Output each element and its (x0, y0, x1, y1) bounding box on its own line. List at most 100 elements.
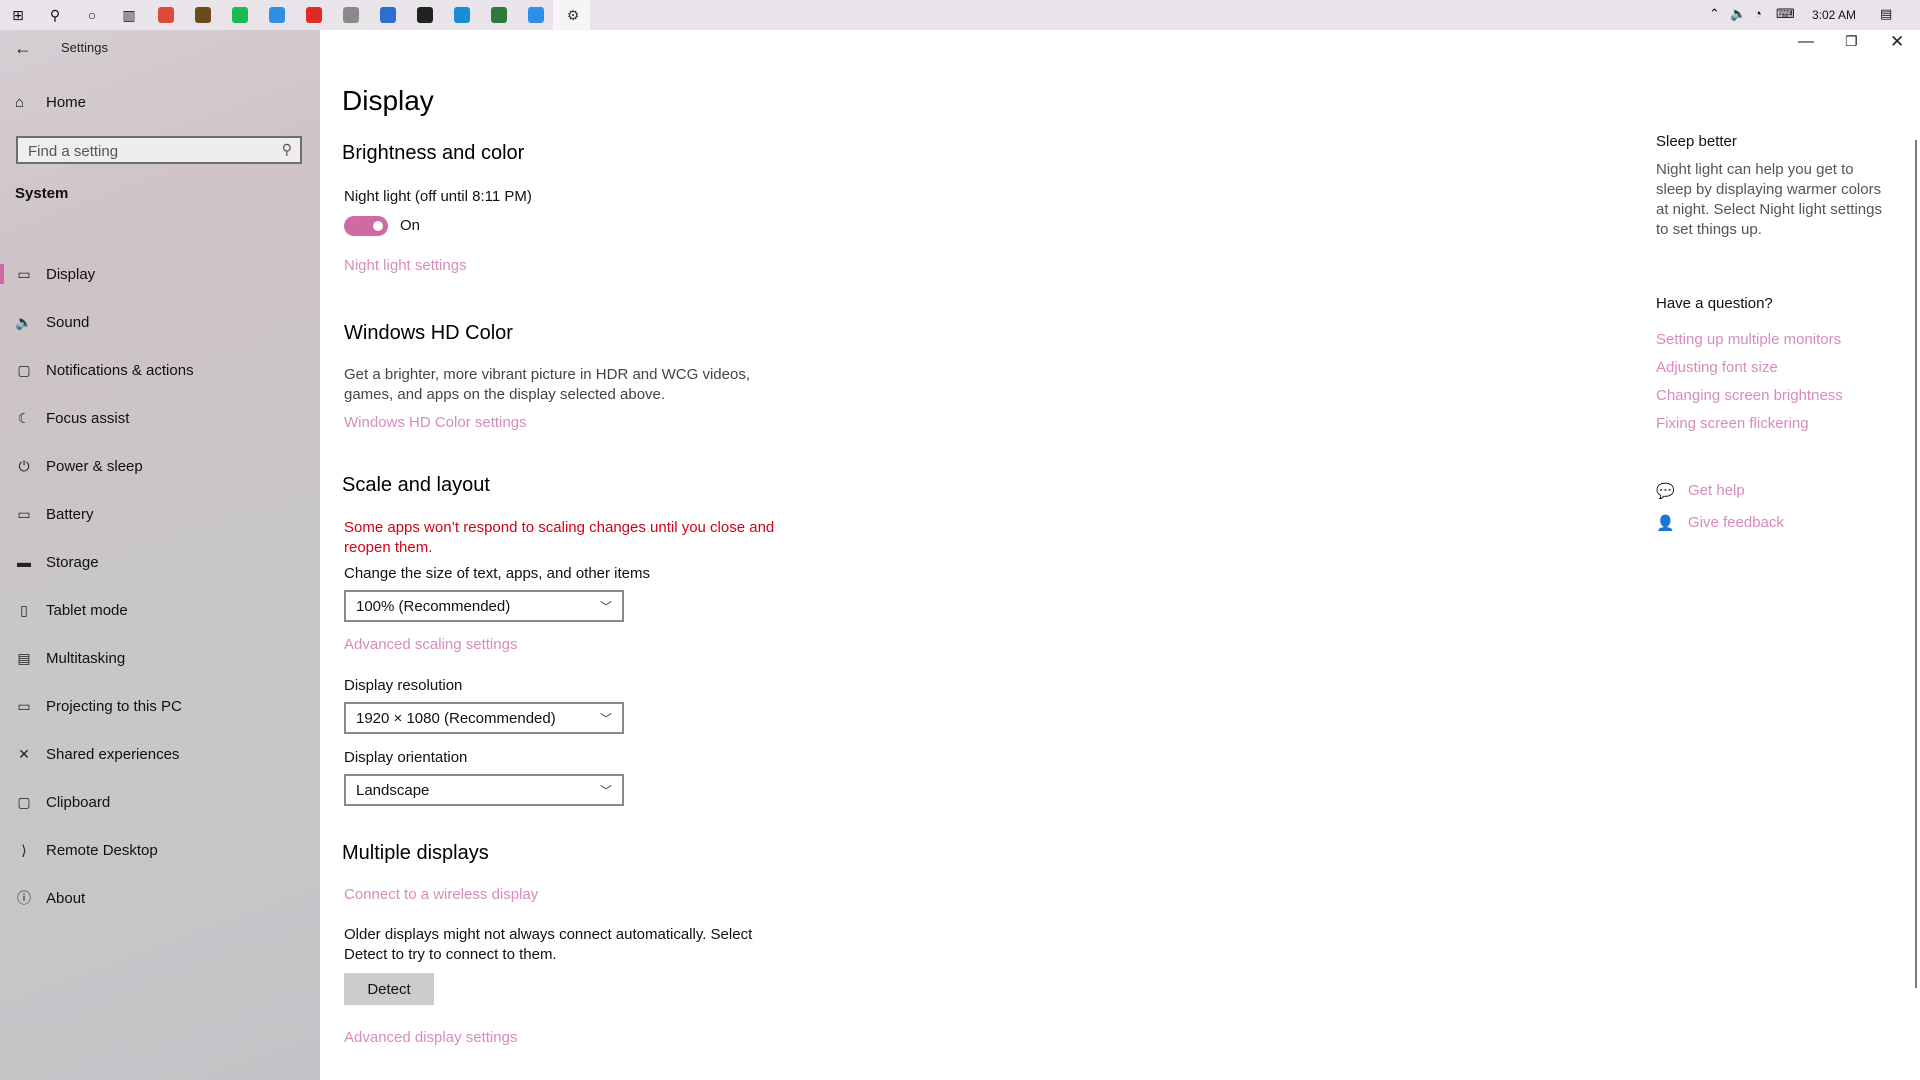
remote-desktop-icon: ⟩ (21, 841, 27, 858)
hd-color-settings-link[interactable]: Windows HD Color settings (344, 414, 527, 431)
sidebar-item-tablet-mode[interactable]: ▯ Tablet mode (0, 590, 320, 630)
detect-button[interactable]: Detect (344, 973, 434, 1005)
sidebar-item-multitasking[interactable]: ▤ Multitasking (0, 638, 320, 678)
feedback-icon: 👤 (1656, 515, 1675, 532)
settings-icon[interactable]: ⚙ (563, 5, 583, 25)
connect-wireless-link[interactable]: Connect to a wireless display (344, 886, 538, 903)
back-arrow-icon[interactable]: ← (14, 38, 32, 59)
sidebar-item-projecting-to-this-pc[interactable]: ▭ Projecting to this PC (0, 686, 320, 726)
chevron-up-icon[interactable]: ⌃ (1709, 6, 1720, 22)
sidebar-item-power-sleep[interactable]: ⏻ Power & sleep (0, 446, 320, 486)
sidebar-item-label: Tablet mode (46, 601, 128, 619)
sidebar-item-label: About (46, 889, 86, 907)
search-input[interactable] (18, 138, 280, 164)
action-center-icon[interactable]: ▤ (1880, 6, 1892, 22)
scale-value: 100% (Recommended) (356, 597, 511, 615)
sidebar: ← Settings ⌂ Home ⚲ System ▭ Display 🔈 Soun… (0, 30, 320, 1080)
volume-icon[interactable]: 🔈 (1730, 6, 1746, 22)
obs-icon[interactable] (417, 7, 433, 23)
windows-start-icon[interactable]: ⊞ (8, 5, 28, 25)
battery-icon: ▭ (17, 505, 31, 522)
restore-icon[interactable]: ❐ (1845, 33, 1858, 50)
home-item[interactable]: ⌂ Home (15, 94, 86, 111)
brightness-heading: Brightness and color (342, 142, 525, 164)
search-icon[interactable]: ⚲ (282, 141, 292, 158)
get-help-icon: 💬 (1656, 483, 1675, 500)
night-light-toggle[interactable] (344, 216, 388, 236)
sidebar-item-remote-desktop[interactable]: ⟩ Remote Desktop (0, 830, 320, 870)
sidebar-item-storage[interactable]: ▬ Storage (0, 542, 320, 582)
app-icon[interactable] (306, 7, 322, 23)
sidebar-item-about[interactable]: ⓘ About (0, 878, 320, 918)
sidebar-item-label: Clipboard (46, 793, 111, 811)
help-link[interactable]: Changing screen brightness (1656, 387, 1843, 404)
sidebar-item-label: Display (46, 265, 96, 283)
minimize-icon[interactable]: — (1798, 33, 1814, 51)
home-icon: ⌂ (15, 94, 25, 111)
give-feedback-link[interactable]: Give feedback (1688, 514, 1784, 531)
shared-icon: ✕ (18, 745, 30, 762)
cortana-icon[interactable]: ○ (82, 5, 102, 25)
advanced-scaling-link[interactable]: Advanced scaling settings (344, 636, 517, 653)
app-icon[interactable] (380, 7, 396, 23)
sidebar-item-label: Notifications & actions (46, 361, 194, 379)
sidebar-item-label: Power & sleep (46, 457, 143, 475)
close-icon[interactable]: ✕ (1890, 32, 1904, 52)
sidebar-item-clipboard[interactable]: ▢ Clipboard (0, 782, 320, 822)
sidebar-item-label: Focus assist (46, 409, 130, 427)
hdr-heading: Windows HD Color (344, 322, 513, 344)
orientation-dropdown[interactable]: Landscape ﹀ (344, 774, 624, 806)
minecraft-icon[interactable] (195, 7, 211, 23)
sidebar-item-label: Shared experiences (46, 745, 180, 763)
app-icon[interactable] (343, 7, 359, 23)
sidebar-item-notifications-actions[interactable]: ▢ Notifications & actions (0, 350, 320, 390)
category-label: System (15, 185, 69, 202)
resolution-value: 1920 × 1080 (Recommended) (356, 709, 556, 727)
window-title: Settings (61, 40, 108, 55)
monitor-icon: ▭ (17, 265, 31, 282)
orientation-label: Display orientation (344, 749, 468, 766)
wifi-icon[interactable]: ◔ (1754, 6, 1762, 21)
scale-dropdown[interactable]: 100% (Recommended) ﹀ (344, 590, 624, 622)
advanced-display-settings-link[interactable]: Advanced display settings (344, 1029, 517, 1046)
sleep-better-text: Night light can help you get to sleep by… (1656, 161, 1882, 238)
clipboard-icon: ▢ (17, 793, 31, 810)
sidebar-item-label: Battery (46, 505, 94, 523)
sidebar-item-sound[interactable]: 🔈 Sound (0, 302, 320, 342)
night-light-settings-link[interactable]: Night light settings (344, 257, 467, 274)
speaker-icon: 🔈 (15, 313, 33, 330)
keyboard-icon[interactable]: ⌨ (1776, 6, 1795, 22)
help-link[interactable]: Adjusting font size (1656, 359, 1778, 376)
help-link[interactable]: Fixing screen flickering (1656, 415, 1809, 432)
sidebar-item-display[interactable]: ▭ Display (0, 254, 320, 294)
storage-icon: ▬ (17, 554, 31, 570)
sidebar-item-focus-assist[interactable]: ☾ Focus assist (0, 398, 320, 438)
search-box[interactable]: ⚲ (16, 136, 302, 164)
search-icon[interactable]: ⚲ (45, 5, 65, 25)
sidebar-item-label: Multitasking (46, 649, 126, 667)
tablet-icon: ▯ (20, 601, 28, 618)
chrome-icon[interactable] (158, 7, 174, 23)
app-icon[interactable] (491, 7, 507, 23)
sidebar-item-shared-experiences[interactable]: ✕ Shared experiences (0, 734, 320, 774)
resolution-label: Display resolution (344, 677, 463, 694)
task-view-icon[interactable]: ▥ (119, 5, 139, 25)
sidebar-item-label: Storage (46, 553, 99, 571)
app-icon[interactable] (269, 7, 285, 23)
resolution-dropdown[interactable]: 1920 × 1080 (Recommended) ﹀ (344, 702, 624, 734)
sleep-better-heading: Sleep better (1656, 133, 1737, 150)
spotify-icon[interactable] (232, 7, 248, 23)
scale-heading: Scale and layout (342, 474, 490, 496)
sidebar-item-battery[interactable]: ▭ Battery (0, 494, 320, 534)
clock[interactable]: 3:02 AM (1812, 8, 1856, 22)
main-content: — ❐ ✕ Display Brightness and color Night… (320, 30, 1920, 1080)
scrollbar[interactable] (1915, 140, 1917, 988)
power-icon: ⏻ (18, 457, 30, 474)
night-light-label: Night light (off until 8:11 PM) (344, 188, 532, 205)
app-icon[interactable] (528, 7, 544, 23)
help-link[interactable]: Setting up multiple monitors (1656, 331, 1841, 348)
older-displays-text: Older displays might not always connect … (344, 926, 753, 963)
page-title: Display (342, 85, 434, 116)
edge-icon[interactable] (454, 7, 470, 23)
get-help-link[interactable]: Get help (1688, 482, 1745, 499)
